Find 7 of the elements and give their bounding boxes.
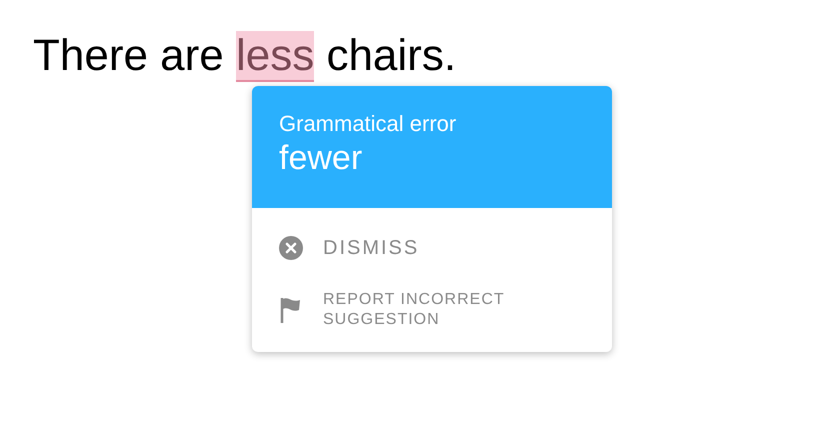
report-button[interactable]: REPORT INCORRECT SUGGESTION xyxy=(252,282,612,338)
dismiss-button[interactable]: DISMISS xyxy=(252,226,612,270)
close-icon xyxy=(279,236,303,260)
flag-icon xyxy=(279,296,303,324)
error-category: Grammatical error xyxy=(279,110,456,138)
suggestion-text[interactable]: fewer xyxy=(279,138,362,178)
sentence: There are less chairs. xyxy=(33,30,456,82)
